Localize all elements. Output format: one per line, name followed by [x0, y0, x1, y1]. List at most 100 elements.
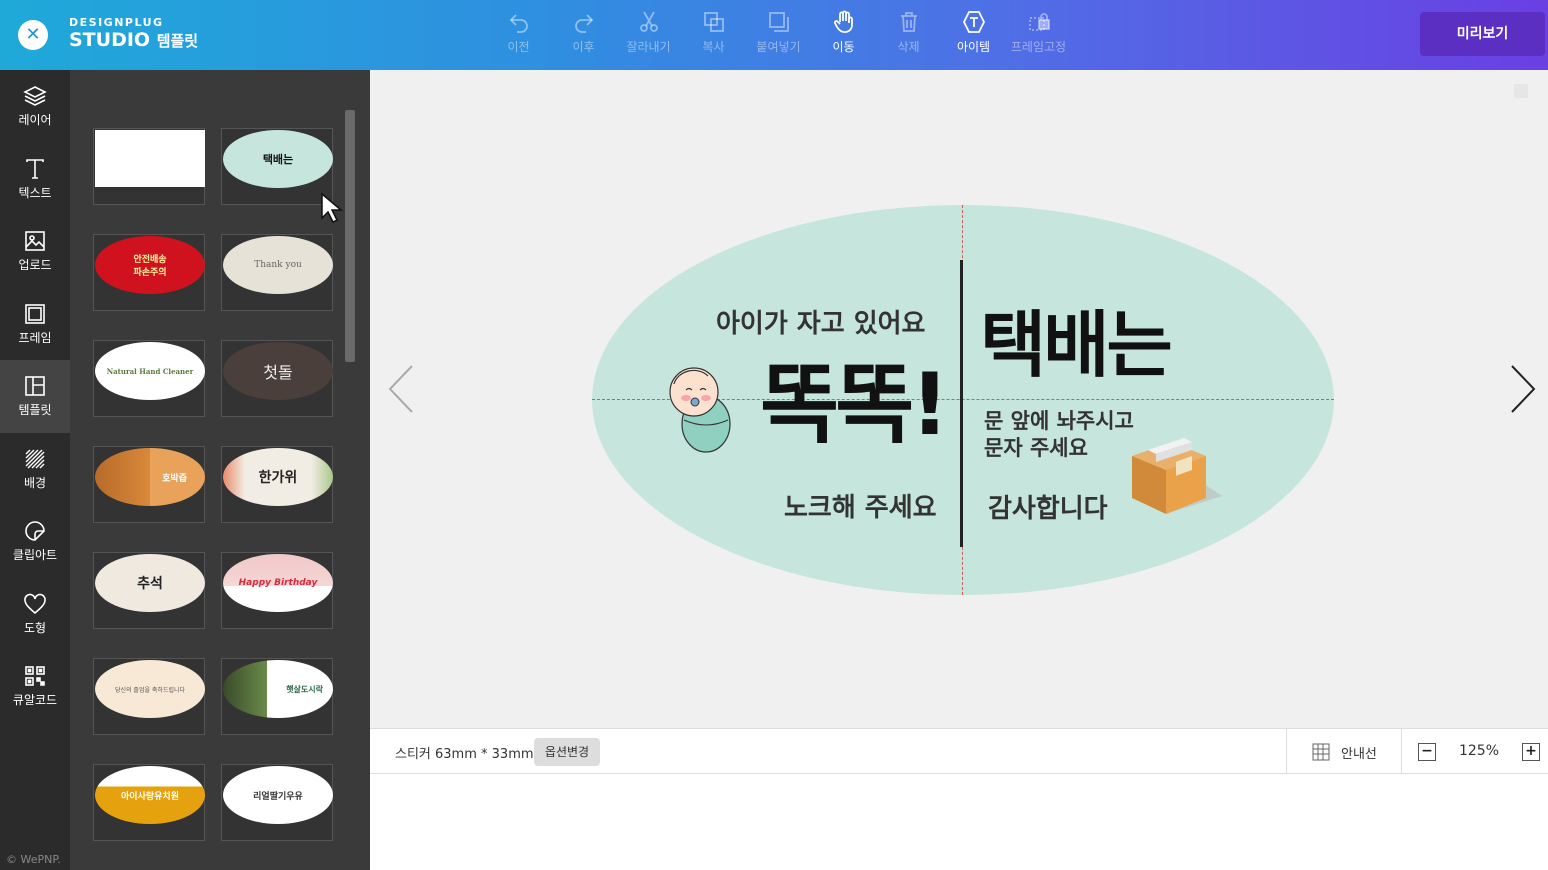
move-label: 이동 — [832, 40, 855, 54]
item-icon — [962, 11, 985, 33]
redo-label: 이후 — [572, 40, 595, 54]
trash-icon — [900, 12, 917, 32]
sidebar-item-layer[interactable]: 레이어 — [0, 70, 70, 143]
template-title: Happy Birthday — [238, 578, 318, 588]
design-canvas[interactable]: 아이가 자고 있어요 똑똑! 노크해 주세요 택배는 문 앞에 놔주시고 문자 … — [370, 70, 1548, 728]
sidebar-item-label: 템플릿 — [18, 403, 52, 417]
zoom-out-button[interactable]: − — [1418, 743, 1436, 761]
template-item-graduation[interactable]: 당신의 졸업을 축하드립니다 — [93, 658, 205, 735]
paste-button[interactable]: 붙여넣기 — [746, 8, 811, 64]
paste-label: 붙여넣기 — [756, 40, 801, 54]
sticker-text-knock[interactable]: 똑똑! — [760, 360, 949, 450]
sidebar-item-qrcode[interactable]: 큐알코드 — [0, 650, 70, 723]
sidebar-item-background[interactable]: 배경 — [0, 433, 70, 506]
box-clipart-icon[interactable] — [1126, 426, 1226, 518]
template-thumbnail: 추석 — [95, 554, 205, 612]
sidebar-item-label: 도형 — [23, 620, 47, 635]
template-thumbnail: 리얼딸기우유 — [223, 766, 333, 824]
sidebar-item-clipart[interactable]: 클립아트 — [0, 505, 70, 578]
sidebar-item-template[interactable]: 템플릿 — [0, 360, 70, 433]
template-panel: 택배는 안전배송 파손주의 Thank you Natural Hand Cle… — [70, 70, 370, 870]
guide-label: 안내선 — [1341, 747, 1377, 762]
sticker-text-leave-at-door[interactable]: 문 앞에 놔주시고 문자 주세요 — [984, 408, 1134, 462]
sidebar-item-text[interactable]: 텍스트 — [0, 143, 70, 216]
scissors-icon — [639, 11, 658, 32]
image-upload-icon — [25, 231, 45, 251]
template-thumbnail: Thank you — [223, 236, 333, 294]
sidebar-item-label: 큐알코드 — [12, 693, 58, 707]
frame-lock-button[interactable]: 프레임고정 — [1006, 8, 1071, 64]
template-item-knock[interactable]: 택배는 — [221, 128, 333, 205]
close-button[interactable]: ✕ — [18, 20, 48, 50]
cut-button[interactable]: 잘라내기 — [616, 8, 681, 64]
toolbar: 이전 이후 잘라내기 복사 붙여넣기 이동 삭제 아이템 프레임고정 — [486, 8, 1071, 64]
template-item-blank[interactable] — [93, 128, 205, 205]
delete-button[interactable]: 삭제 — [876, 8, 941, 64]
mouse-cursor-icon — [321, 192, 344, 224]
template-item-safe-delivery[interactable]: 안전배송 파손주의 — [93, 234, 205, 311]
template-item-kindergarten[interactable]: 아이사랑유치원 — [93, 764, 205, 841]
layers-icon — [23, 86, 47, 106]
template-thumbnail: Happy Birthday — [223, 554, 333, 612]
frame-icon — [25, 303, 45, 324]
template-title: 당신의 졸업을 축하드립니다 — [114, 686, 186, 694]
preview-button[interactable]: 미리보기 — [1420, 12, 1545, 56]
previous-page-icon[interactable] — [386, 362, 416, 416]
redo-button[interactable]: 이후 — [551, 8, 616, 64]
baby-clipart-icon[interactable] — [666, 362, 736, 458]
template-thumbnail: Natural Hand Cleaner — [95, 342, 205, 400]
text-icon — [26, 158, 44, 179]
change-options-button[interactable]: 옵션변경 — [534, 738, 600, 766]
template-thumbnail: 햇살도시락 — [223, 660, 333, 718]
copy-button[interactable]: 복사 — [681, 8, 746, 64]
template-title: 아이사랑유치원 — [121, 791, 179, 802]
bottom-status-bar: 스티커 63mm * 33mm 옵션변경 안내선 − 125% + — [370, 728, 1548, 774]
template-item-hand-cleaner[interactable]: Natural Hand Cleaner — [93, 340, 205, 417]
template-item-birthday[interactable]: Happy Birthday — [221, 552, 333, 629]
next-page-icon[interactable] — [1508, 362, 1538, 416]
sidebar-item-label: 프레임 — [18, 330, 52, 345]
copy-icon — [703, 12, 724, 32]
template-title: 추석 — [137, 576, 163, 592]
left-sidebar: 레이어 텍스트 업로드 프레임 템플릿 배경 클립아트 도형 큐알코드 © We… — [0, 70, 70, 870]
frame-lock-label: 프레임고정 — [1010, 40, 1067, 54]
sidebar-item-label: 클립아트 — [12, 548, 58, 562]
template-item-chuseok-1[interactable]: 한가위 — [221, 446, 333, 523]
sticker-text-baby-sleeping[interactable]: 아이가 자고 있어요 — [716, 303, 925, 340]
zoom-in-button[interactable]: + — [1522, 743, 1540, 761]
logo-sub: 템플릿 — [156, 32, 199, 50]
cut-label: 잘라내기 — [626, 40, 671, 54]
sticker-divider-line[interactable] — [960, 260, 963, 547]
delete-label: 삭제 — [897, 40, 920, 54]
sticker-text-please-knock[interactable]: 노크해 주세요 — [784, 487, 937, 524]
item-label: 아이템 — [956, 40, 991, 54]
background-icon — [25, 449, 45, 468]
sidebar-item-upload[interactable]: 업로드 — [0, 215, 70, 288]
guide-toggle-button[interactable]: 안내선 — [1286, 729, 1402, 774]
template-item-pumpkin[interactable]: 호박즙 — [93, 446, 205, 523]
grid-icon — [1312, 743, 1330, 761]
sidebar-item-frame[interactable]: 프레임 — [0, 288, 70, 361]
move-button[interactable]: 이동 — [811, 8, 876, 64]
template-title: 호박즙 — [162, 473, 187, 484]
lock-icon — [1028, 13, 1050, 31]
panel-scrollbar[interactable] — [345, 110, 355, 362]
template-thumbnail: 당신의 졸업을 축하드립니다 — [95, 660, 205, 718]
item-button[interactable]: 아이템 — [941, 8, 1006, 64]
template-title: Thank you — [254, 260, 302, 270]
sticker-text-delivery[interactable]: 택배는 — [980, 305, 1173, 385]
undo-button[interactable]: 이전 — [486, 8, 551, 64]
template-item-strawberry-milk[interactable]: 리얼딸기우유 — [221, 764, 333, 841]
template-title: 한가위 — [258, 470, 298, 486]
sidebar-item-shape[interactable]: 도형 — [0, 578, 70, 651]
template-item-chuseok-2[interactable]: 추석 — [93, 552, 205, 629]
sticker-text-thanks[interactable]: 감사합니다 — [988, 488, 1108, 525]
hand-icon — [833, 10, 853, 33]
footer-blank-area — [370, 775, 1548, 870]
copyright: © WePNP. — [6, 853, 61, 866]
template-item-lunchbox[interactable]: 햇살도시락 — [221, 658, 333, 735]
template-item-thank-you[interactable]: Thank you — [221, 234, 333, 311]
template-title: 햇살도시락 — [286, 684, 323, 694]
template-item-first-birthday[interactable]: 첫돌 — [221, 340, 333, 417]
logo-main: STUDIO — [69, 29, 151, 51]
